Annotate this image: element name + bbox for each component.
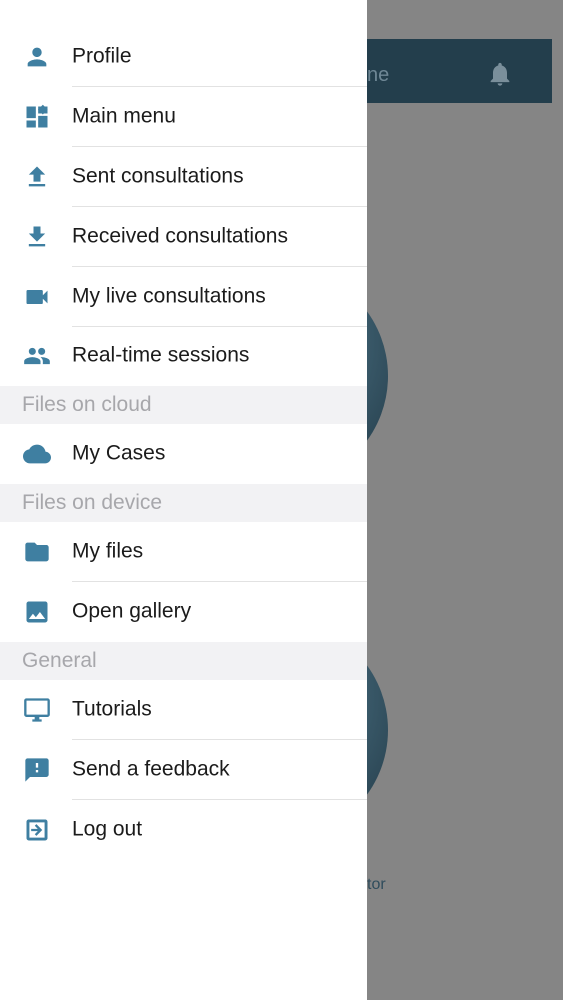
section-header-label: Files on cloud	[22, 393, 152, 416]
menu-item-profile[interactable]: Profile	[0, 27, 367, 87]
menu-item-send-feedback[interactable]: Send a feedback	[0, 740, 367, 800]
menu-item-label: Tutorials	[72, 697, 152, 721]
navigation-drawer: Profile Main menu Sent consultations Rec…	[0, 0, 367, 1000]
menu-item-label: Received consultations	[72, 224, 288, 248]
menu-item-label: Profile	[72, 44, 132, 68]
menu-item-my-live-consultations[interactable]: My live consultations	[0, 267, 367, 327]
menu-item-log-out[interactable]: Log out	[0, 800, 367, 860]
app-caption-fragment: tor	[367, 876, 386, 893]
menu-item-label: My Cases	[72, 441, 166, 465]
download-icon	[22, 222, 52, 252]
bell-icon[interactable]	[486, 60, 514, 88]
menu-item-label: Open gallery	[72, 599, 192, 623]
section-header-label: Files on device	[22, 491, 163, 514]
menu-item-label: Sent consultations	[72, 164, 244, 188]
menu-item-received-consultations[interactable]: Received consultations	[0, 207, 367, 267]
menu-item-sent-consultations[interactable]: Sent consultations	[0, 147, 367, 207]
menu-item-my-files[interactable]: My files	[0, 522, 367, 582]
menu-item-label: Send a feedback	[72, 757, 230, 781]
menu-item-open-gallery[interactable]: Open gallery	[0, 582, 367, 642]
section-header-files-on-cloud: Files on cloud	[0, 386, 367, 424]
menu-item-label: My files	[72, 539, 144, 563]
upload-icon	[22, 162, 52, 192]
cloud-icon	[22, 439, 52, 469]
folder-icon	[22, 537, 52, 567]
videocam-icon	[22, 282, 52, 312]
app-header-title-fragment: ne	[367, 64, 390, 86]
menu-item-label: Main menu	[72, 104, 176, 128]
people-icon	[22, 341, 52, 371]
image-icon	[22, 597, 52, 627]
menu-item-my-cases[interactable]: My Cases	[0, 424, 367, 484]
menu-item-label: My live consultations	[72, 284, 266, 308]
menu-item-label: Log out	[72, 817, 143, 841]
monitor-icon	[22, 695, 52, 725]
dashboard-icon	[22, 102, 52, 132]
menu-item-label: Real-time sessions	[72, 343, 250, 367]
menu-item-main-menu[interactable]: Main menu	[0, 87, 367, 147]
feedback-icon	[22, 755, 52, 785]
logout-icon	[22, 815, 52, 845]
menu-item-tutorials[interactable]: Tutorials	[0, 680, 367, 740]
section-header-general: General	[0, 642, 367, 680]
menu-item-real-time-sessions[interactable]: Real-time sessions	[0, 326, 367, 386]
person-icon	[22, 42, 52, 72]
section-header-files-on-device: Files on device	[0, 484, 367, 522]
section-header-label: General	[22, 649, 97, 672]
